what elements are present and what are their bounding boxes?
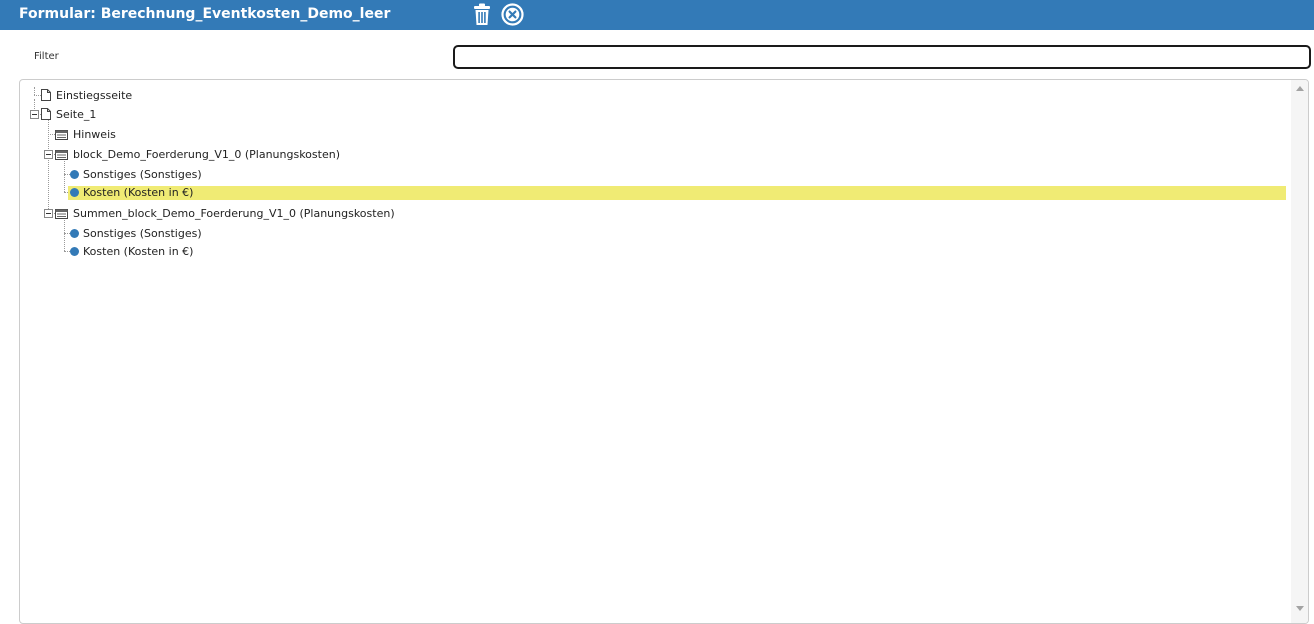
tree-node-hinweis[interactable]: Hinweis [20, 126, 420, 144]
field-dot-icon [70, 247, 79, 256]
tree-node-label: Kosten (Kosten in €) [83, 186, 194, 199]
tree-node-label: Sonstiges (Sonstiges) [83, 227, 202, 240]
close-circle-icon[interactable] [501, 3, 524, 26]
tree-node-summen-block[interactable]: Summen_block_Demo_Foerderung_V1_0 (Planu… [20, 205, 620, 223]
tree-scrollbar[interactable] [1291, 80, 1308, 623]
tree-node-label: Hinweis [73, 128, 116, 141]
block-icon [55, 209, 68, 219]
tree-node-sonstiges[interactable]: Sonstiges (Sonstiges) [20, 225, 420, 243]
filter-input[interactable] [453, 45, 1311, 69]
collapse-toggle-icon[interactable] [44, 209, 53, 218]
tree-node-label: Einstiegsseite [56, 89, 133, 102]
scroll-up-arrow-icon[interactable] [1296, 86, 1304, 91]
tree-node-label: Summen_block_Demo_Foerderung_V1_0 (Planu… [73, 207, 395, 220]
form-header: Formular: Berechnung_Eventkosten_Demo_le… [0, 0, 1314, 30]
tree-node-kosten[interactable]: Kosten (Kosten in €) [20, 243, 420, 261]
tree-node-label: Kosten (Kosten in €) [83, 245, 194, 258]
collapse-toggle-icon[interactable] [44, 150, 53, 159]
field-dot-icon [70, 229, 79, 238]
scroll-down-arrow-icon[interactable] [1296, 606, 1304, 611]
collapse-toggle-icon[interactable] [30, 110, 39, 119]
page-icon [41, 89, 51, 101]
trash-icon[interactable] [471, 3, 493, 26]
filter-label: Filter [34, 51, 59, 62]
tree-node-label: block_Demo_Foerderung_V1_0 (Planungskost… [73, 148, 340, 161]
tree-node-label: Sonstiges (Sonstiges) [83, 168, 202, 181]
block-icon [55, 150, 68, 160]
form-structure-tree: Einstiegsseite Seite_1 Hinweis block_Dem… [19, 79, 1309, 624]
tree-node-einstiegsseite[interactable]: Einstiegsseite [20, 87, 420, 105]
field-dot-icon [70, 188, 79, 197]
form-title: Formular: Berechnung_Eventkosten_Demo_le… [19, 6, 391, 22]
tree-node-label: Seite_1 [56, 108, 97, 121]
tree-node-kosten-selected[interactable]: Kosten (Kosten in €) [20, 184, 420, 202]
tree-node-seite-1[interactable]: Seite_1 [20, 106, 420, 124]
page-icon [41, 108, 51, 120]
field-dot-icon [70, 170, 79, 179]
tree-node-block-demo-foerderung[interactable]: block_Demo_Foerderung_V1_0 (Planungskost… [20, 146, 620, 164]
block-icon [55, 130, 68, 140]
tree-node-sonstiges[interactable]: Sonstiges (Sonstiges) [20, 166, 420, 184]
